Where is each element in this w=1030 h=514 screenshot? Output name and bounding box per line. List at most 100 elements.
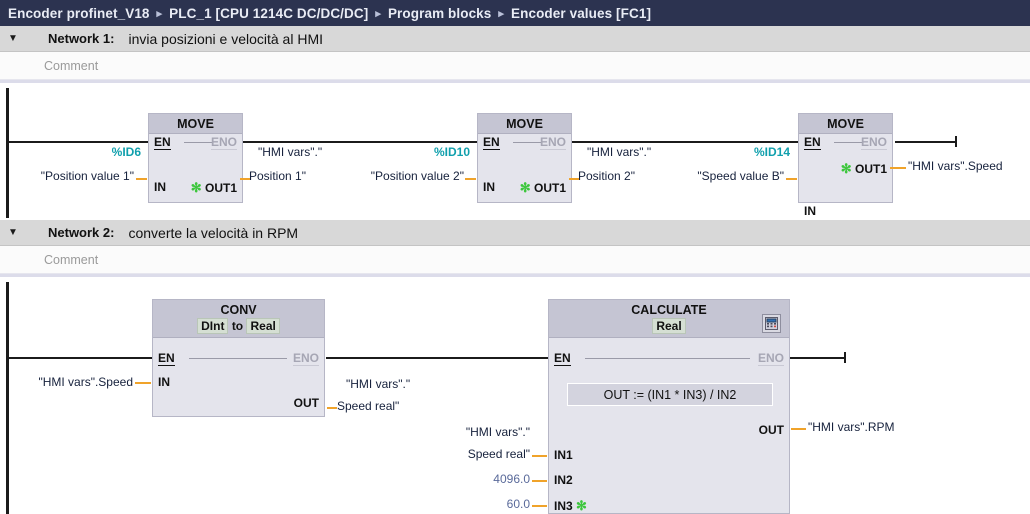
add-output-icon[interactable]: ✻: [520, 180, 531, 195]
conv-block-out-pin[interactable]: OUT: [294, 396, 319, 410]
move-block-3-out-operand[interactable]: "HMI vars".Speed: [908, 159, 1003, 173]
move-block-2-in-pin[interactable]: IN: [483, 180, 495, 194]
move-block-3-in-pin[interactable]: IN: [804, 204, 816, 218]
calculate-in1-operand-line1[interactable]: "HMI vars".": [400, 425, 530, 439]
network-1-comment[interactable]: Comment: [44, 59, 98, 73]
connector-stub: [240, 178, 250, 180]
chevron-right-icon: ▸: [156, 7, 163, 20]
rung-wire: [7, 357, 152, 359]
move-block-2-en-pin[interactable]: EN: [483, 136, 500, 150]
network-2-comment-row[interactable]: Comment: [0, 246, 1030, 274]
move-block-2-out-pin[interactable]: ✻ OUT1: [520, 180, 566, 196]
calculate-block-en-pin[interactable]: EN: [554, 352, 571, 366]
move-block-3-title: MOVE: [799, 114, 892, 134]
connector-stub: [786, 178, 797, 180]
network-1-label: Network 1:: [48, 31, 115, 46]
en-eno-link: [184, 142, 212, 143]
move-block-1[interactable]: MOVE EN ENO IN ✻ OUT1: [148, 113, 243, 203]
move-block-2-in-operand[interactable]: "Position value 2": [330, 169, 464, 183]
move-block-1-out-operand-line2[interactable]: Position 1": [249, 169, 306, 183]
conv-block-out-operand-line2[interactable]: Speed real": [337, 399, 399, 413]
move-block-1-in-operand[interactable]: "Position value 1": [0, 169, 134, 183]
conv-target-type: Real: [246, 318, 280, 334]
tia-portal-lad-editor: Encoder profinet_V18 ▸ PLC_1 [CPU 1214C …: [0, 0, 1030, 514]
calculate-block-in2-pin[interactable]: IN2: [554, 473, 573, 487]
network-1-comment-row[interactable]: Comment: [0, 52, 1030, 80]
calculate-out-operand[interactable]: "HMI vars".RPM: [808, 420, 895, 434]
calculate-block-in3-label: IN3: [554, 499, 573, 513]
add-input-icon[interactable]: ✻: [576, 498, 587, 513]
calculate-expression[interactable]: OUT := (IN1 * IN3) / IN2: [567, 383, 773, 406]
network-2-title[interactable]: converte la velocità in RPM: [128, 225, 298, 241]
network-2-label: Network 2:: [48, 225, 115, 240]
move-block-2-in-address[interactable]: %ID10: [330, 145, 470, 159]
calculate-block-in1-pin[interactable]: IN1: [554, 448, 573, 462]
en-eno-link: [513, 142, 541, 143]
move-block-3-en-pin[interactable]: EN: [804, 136, 821, 150]
move-block-1-out-operand-line1[interactable]: "HMI vars".": [258, 145, 322, 159]
move-block-2-out-operand-line2[interactable]: Position 2": [578, 169, 635, 183]
breadcrumb-item-plc[interactable]: PLC_1 [CPU 1214C DC/DC/DC]: [169, 6, 368, 21]
move-block-2[interactable]: MOVE EN ENO IN ✻ OUT1: [477, 113, 572, 203]
calculate-in2-operand[interactable]: 4096.0: [400, 472, 530, 486]
calculate-block-out-pin[interactable]: OUT: [759, 423, 784, 437]
move-block-1-in-pin[interactable]: IN: [154, 180, 166, 194]
calculate-block-in3-pin[interactable]: IN3 ✻: [554, 498, 587, 514]
en-eno-link: [834, 142, 862, 143]
conv-block-eno-pin[interactable]: ENO: [292, 352, 319, 366]
calculate-block[interactable]: CALCULATE Real EN ENO OUT := (IN1 * IN3)…: [548, 299, 790, 514]
rung-wire: [7, 141, 160, 143]
breadcrumb-item-project[interactable]: Encoder profinet_V18: [8, 6, 150, 21]
breadcrumb-item-program-blocks[interactable]: Program blocks: [388, 6, 491, 21]
move-block-3-eno-pin[interactable]: ENO: [860, 136, 887, 150]
breadcrumb: Encoder profinet_V18 ▸ PLC_1 [CPU 1214C …: [0, 0, 1030, 26]
move-block-3[interactable]: MOVE EN ENO IN ✻ OUT1: [798, 113, 893, 218]
calculate-in3-operand[interactable]: 60.0: [400, 497, 530, 511]
conv-block-in-pin[interactable]: IN: [158, 375, 170, 389]
network-2-rung: CONV DInt to Real EN ENO IN OUT "HMI var…: [0, 277, 1030, 514]
conv-block-in-operand[interactable]: "HMI vars".Speed: [0, 375, 133, 389]
move-block-2-eno-pin[interactable]: ENO: [539, 136, 566, 150]
move-block-3-in-address[interactable]: %ID14: [650, 145, 790, 159]
network-1-collapse-icon[interactable]: ▼: [0, 26, 26, 52]
move-block-2-out-operand-line1[interactable]: "HMI vars".": [587, 145, 651, 159]
move-block-1-in-address[interactable]: %ID6: [0, 145, 141, 159]
conv-to-label: to: [231, 319, 244, 333]
calculate-block-subtitle: Real: [549, 317, 789, 338]
rung-wire: [895, 141, 957, 143]
conv-block-en-pin[interactable]: EN: [158, 352, 175, 366]
move-block-1-out-label: OUT1: [204, 181, 237, 195]
calculate-in1-operand-line2[interactable]: Speed real": [400, 447, 530, 461]
network-1-rung: MOVE EN ENO IN ✻ OUT1 %ID6 "Position val…: [0, 83, 1030, 220]
conv-block[interactable]: CONV DInt to Real EN ENO IN OUT: [152, 299, 325, 417]
move-block-1-en-pin[interactable]: EN: [154, 136, 171, 150]
connector-stub: [532, 455, 547, 457]
move-block-3-out-pin[interactable]: ✻ OUT1: [841, 161, 887, 177]
add-output-icon[interactable]: ✻: [191, 180, 202, 195]
chevron-right-icon: ▸: [498, 7, 505, 20]
breadcrumb-item-block[interactable]: Encoder values [FC1]: [511, 6, 651, 21]
network-2-comment[interactable]: Comment: [44, 253, 98, 267]
rung-terminator: [955, 136, 957, 147]
network-1-title[interactable]: invia posizioni e velocità al HMI: [128, 31, 323, 47]
network-2-collapse-icon[interactable]: ▼: [0, 220, 26, 246]
network-1-header[interactable]: ▼ Network 1: invia posizioni e velocità …: [0, 26, 1030, 52]
add-output-icon[interactable]: ✻: [841, 161, 852, 176]
calculator-icon[interactable]: [762, 314, 781, 333]
rung-terminator: [844, 352, 846, 363]
move-block-1-out-pin[interactable]: ✻ OUT1: [191, 180, 237, 196]
move-block-2-out-label: OUT1: [533, 181, 566, 195]
conv-block-out-operand-line1[interactable]: "HMI vars".": [346, 377, 410, 391]
connector-stub: [465, 178, 476, 180]
move-block-1-eno-pin[interactable]: ENO: [210, 136, 237, 150]
conv-block-title: CONV: [153, 300, 324, 317]
conv-source-type: DInt: [197, 318, 229, 334]
connector-stub: [327, 407, 337, 409]
move-block-3-in-operand[interactable]: "Speed value B": [650, 169, 784, 183]
en-eno-link: [189, 358, 287, 359]
connector-stub: [135, 382, 151, 384]
move-block-2-title: MOVE: [478, 114, 571, 134]
network-2-header[interactable]: ▼ Network 2: converte la velocità in RPM: [0, 220, 1030, 246]
en-eno-link: [585, 358, 750, 359]
calculate-block-eno-pin[interactable]: ENO: [757, 352, 784, 366]
